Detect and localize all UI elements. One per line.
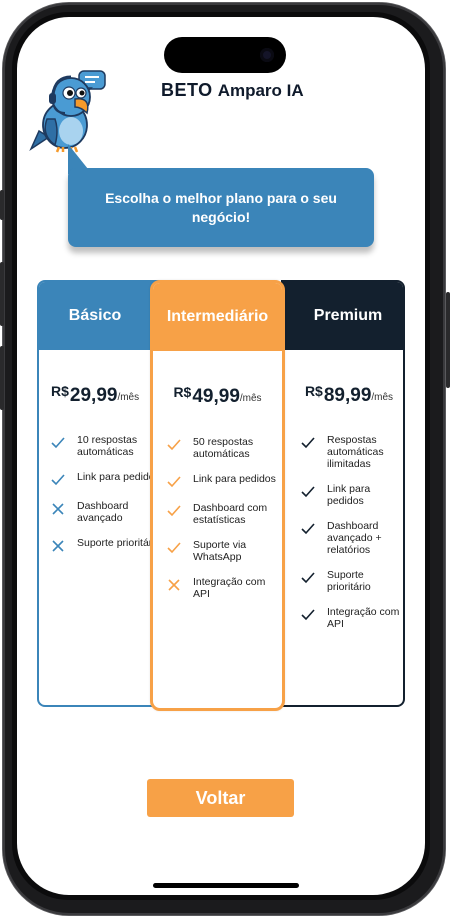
feature-text: 50 respostas automáticas xyxy=(193,436,254,460)
brand-logo: BETO Amparo IA xyxy=(161,80,304,110)
price-currency: R$ xyxy=(51,383,69,399)
cross-icon xyxy=(168,579,180,591)
brand-name-rest: Amparo IA xyxy=(217,81,304,100)
phone-volume-up-button xyxy=(0,262,4,326)
feature-item: Integração com API xyxy=(165,576,282,600)
parrot-mascot-icon xyxy=(29,70,106,153)
front-camera-icon xyxy=(260,48,274,62)
plan-name: Básico xyxy=(68,307,122,324)
plan-header: Intermediário xyxy=(153,283,282,351)
plan-name: Intermediário xyxy=(166,308,269,325)
phone-side-button xyxy=(0,190,4,220)
feature-text: Suporte via WhatsApp xyxy=(193,539,247,563)
plan-price: R$ 89,99 /mês xyxy=(281,382,403,407)
feature-text: Link para pedidos xyxy=(193,473,276,485)
feature-text: Integração com API xyxy=(327,606,400,630)
check-icon xyxy=(301,572,315,584)
check-icon xyxy=(167,505,181,517)
feature-list: Respostas automáticas ilimitadas Link pa… xyxy=(281,434,403,630)
feature-item: Link para pedidos xyxy=(299,483,403,507)
phone-power-button xyxy=(446,292,450,388)
price-currency: R$ xyxy=(304,383,323,399)
check-icon xyxy=(51,474,65,486)
feature-text: Suporte prioritário xyxy=(77,537,161,549)
price-currency: R$ xyxy=(173,384,192,400)
check-icon xyxy=(51,437,65,449)
check-icon xyxy=(301,523,315,535)
dynamic-island xyxy=(164,37,286,73)
feature-text: Respostas automáticas ilimitadas xyxy=(327,434,384,470)
price-period: /mês xyxy=(371,392,394,403)
feature-text: Dashboard avançado + relatórios xyxy=(327,520,382,556)
check-icon xyxy=(167,542,181,554)
price-period: /mês xyxy=(239,393,262,404)
plan-name: Premium xyxy=(313,307,383,324)
home-indicator xyxy=(153,883,299,888)
price-value: 49,99 xyxy=(192,386,240,407)
feature-item: Respostas automáticas ilimitadas xyxy=(299,434,403,470)
feature-item: Integração com API xyxy=(299,606,403,630)
brand-name-bold: BETO xyxy=(161,80,213,100)
check-icon xyxy=(167,476,181,488)
feature-item: Suporte via WhatsApp xyxy=(165,539,282,563)
phone-volume-down-button xyxy=(0,346,4,410)
plan-header: Premium xyxy=(281,282,403,350)
cross-icon xyxy=(52,540,64,552)
cross-icon xyxy=(52,503,64,515)
feature-text: Dashboard com estatísticas xyxy=(193,502,268,526)
back-button[interactable]: Voltar xyxy=(147,779,294,817)
price-period: /mês xyxy=(117,392,140,403)
feature-item: Dashboard com estatísticas xyxy=(165,502,282,526)
check-icon xyxy=(301,486,315,498)
plan-card-intermediate[interactable]: Intermediário R$ 49,99 /mês 50 respostas… xyxy=(150,280,285,711)
feature-item: Link para pedidos xyxy=(165,473,282,489)
check-icon xyxy=(301,609,315,621)
price-value: 89,99 xyxy=(323,385,372,406)
app-screen: BETO Amparo IA Escolha o melhor plano pa… xyxy=(17,17,425,895)
plan-card-premium[interactable]: Premium R$ 89,99 /mês Respostas automáti… xyxy=(281,280,405,707)
check-icon xyxy=(167,439,181,451)
speech-bubble-text: Escolha o melhor plano para o seu negóci… xyxy=(105,189,337,225)
feature-list: 50 respostas automáticas Link para pedid… xyxy=(153,436,282,600)
feature-item: Suporte prioritário xyxy=(299,569,403,593)
price-value: 29,99 xyxy=(69,385,118,406)
plan-price: R$ 49,99 /mês xyxy=(153,383,282,408)
feature-item: 50 respostas automáticas xyxy=(165,436,282,460)
feature-text: Integração com API xyxy=(193,576,266,600)
feature-text: Suporte prioritário xyxy=(327,569,371,593)
feature-text: Link para pedidos xyxy=(77,471,160,483)
speech-bubble: Escolha o melhor plano para o seu negóci… xyxy=(68,168,374,247)
feature-item: Dashboard avançado + relatórios xyxy=(299,520,403,556)
check-icon xyxy=(301,437,315,449)
feature-text: Link para pedidos xyxy=(327,483,371,507)
